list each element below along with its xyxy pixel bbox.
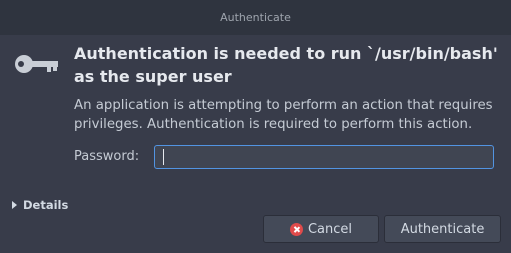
dialog-heading: Authentication is needed to run `/usr/bi…: [74, 44, 498, 86]
authenticate-button-label: Authenticate: [400, 221, 485, 237]
cancel-button[interactable]: Cancel: [263, 215, 379, 243]
password-field[interactable]: [154, 145, 494, 169]
password-label: Password:: [74, 149, 140, 164]
details-label: Details: [23, 198, 69, 212]
key-icon: [15, 55, 58, 73]
cancel-icon: [289, 222, 303, 236]
expander-arrow-icon: [12, 201, 17, 209]
window-titlebar[interactable]: Authenticate: [0, 0, 511, 35]
authentication-dialog: Authenticate Authentication is needed to…: [0, 0, 511, 253]
authenticate-button[interactable]: Authenticate: [384, 215, 501, 243]
dialog-description: An application is attempting to perform …: [74, 98, 493, 132]
window-title: Authenticate: [220, 11, 291, 24]
cancel-button-label: Cancel: [307, 221, 353, 237]
details-expander[interactable]: Details: [12, 198, 68, 212]
text-cursor: [163, 149, 164, 165]
